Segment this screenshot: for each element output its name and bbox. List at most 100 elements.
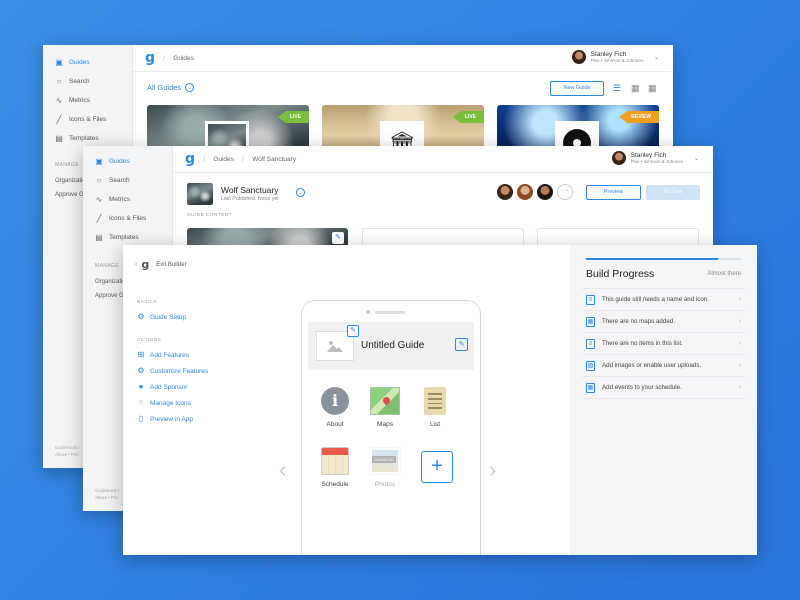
top-bar: g / Guides Stanley Fich Plus • Johnson &… (133, 45, 673, 72)
chevron-down-icon: ⌄ (185, 83, 195, 92)
task-row[interactable]: ▦ Add events to your schedule. › (582, 377, 745, 399)
status-badge: REVIEW (619, 111, 659, 123)
sidebar-item-guides[interactable]: ▣ Guides (43, 53, 132, 72)
user-plan: Plus • Johnson & Johnson (590, 58, 643, 63)
feature-schedule[interactable]: Schedule (315, 446, 355, 488)
section-label: GUIDE CONTENT (187, 213, 232, 218)
list-doc-icon (424, 387, 446, 415)
guide-thumbnail[interactable] (187, 183, 213, 205)
all-guides-filter[interactable]: All Guides ⌄ (147, 83, 195, 92)
basics-heading: BASICS (137, 300, 157, 305)
pencil-icon: ╱ (56, 114, 62, 124)
pulse-icon: ∿ (55, 95, 63, 105)
chevron-down-icon[interactable]: ⌄ (296, 188, 305, 197)
progress-track (586, 258, 741, 260)
user-name: Stanley Fich (630, 152, 667, 159)
feature-label: Maps (377, 421, 393, 428)
breadcrumb[interactable]: Guides (173, 55, 194, 62)
preview-button[interactable]: Preview (586, 185, 641, 200)
task-label: Add events to your schedule. (602, 384, 682, 391)
task-row[interactable]: ≡ There are no items in this list. › (582, 333, 745, 355)
avatar[interactable] (497, 184, 513, 200)
large-grid-icon[interactable]: ▦ (648, 83, 657, 94)
task-row[interactable]: ≡ This guide still needs a name and icon.… (582, 289, 745, 311)
feature-label: About (326, 421, 344, 428)
chevron-left-icon: ‹ (135, 261, 138, 268)
more-icon[interactable]: ··· (557, 184, 573, 200)
list-view-icon[interactable]: ☰ (613, 83, 621, 94)
manage-icons-link[interactable]: ⁘ Manage Icons (137, 395, 208, 411)
search-icon: ○ (56, 76, 62, 86)
exit-builder-link[interactable]: ‹ g Exit Builder (135, 258, 187, 271)
chevron-right-icon: › (738, 384, 741, 391)
status-badge: LIVE (277, 111, 309, 123)
task-label: There are no maps added. (602, 318, 675, 325)
chevron-left-icon[interactable]: ‹ (279, 457, 286, 483)
avatar[interactable] (537, 184, 553, 200)
link-label: Add Sponsor (150, 383, 188, 391)
sidebar-item-icons-files[interactable]: ╱ Icons & Files (43, 110, 132, 129)
edit-icon[interactable]: ✎ (332, 232, 344, 244)
avatar[interactable] (517, 184, 533, 200)
user-menu[interactable]: Stanley Fich Plus • Johnson & Johnson ⌄ (611, 151, 699, 165)
document-icon: ≡ (586, 294, 595, 305)
progress-title: Build Progress (586, 268, 655, 280)
sidebar-item-metrics[interactable]: ∿ Metrics (43, 91, 132, 110)
feature-photos[interactable]: DISABLED Photos (365, 446, 405, 488)
guidebook-logo[interactable]: g (185, 151, 195, 167)
exit-builder-label: Exit Builder (156, 261, 187, 268)
sidebar-item-search[interactable]: ○ Search (83, 171, 172, 190)
task-row[interactable]: ▨ Add images or enable user uploads. › (582, 355, 745, 377)
info-icon: i (321, 387, 349, 415)
footer-line: Guidebook I (95, 488, 120, 493)
progress-fill (586, 258, 718, 260)
add-sponsor-link[interactable]: ● Add Sponsor (137, 379, 208, 395)
list-icon: ≡ (586, 338, 595, 349)
sidebar-item-metrics[interactable]: ∿ Metrics (83, 190, 172, 209)
feature-maps[interactable]: Maps (365, 386, 405, 428)
preview-app-icon: ▯ (138, 414, 144, 423)
task-list: ≡ This guide still needs a name and icon.… (582, 288, 745, 399)
customize-icon: ⚙ (137, 366, 145, 375)
sidebar-item-label: Metrics (69, 97, 90, 104)
link-label: Add Features (150, 351, 190, 359)
new-guide-button[interactable]: New Guide (550, 81, 604, 96)
guide-subtitle: Last Published: None yet (221, 196, 279, 202)
task-row[interactable]: ▦ There are no maps added. › (582, 311, 745, 333)
customize-features-link[interactable]: ⚙ Customize Features (137, 363, 208, 379)
guidebook-logo[interactable]: g (145, 50, 155, 66)
calendar-icon: ▦ (586, 382, 595, 393)
link-label: Preview in App (150, 415, 193, 423)
guide-setup-link[interactable]: ⚙ Guide Setup (137, 309, 186, 325)
sidebar-item-label: Guides (109, 158, 130, 165)
grid-view-icon[interactable]: ▦ (631, 83, 640, 94)
map-icon (370, 387, 400, 415)
sidebar-item-guides[interactable]: ▣ Guides (83, 152, 172, 171)
chevron-right-icon: › (738, 296, 741, 303)
edit-icon[interactable]: ✎ (347, 325, 359, 337)
phone-preview: ✎ Untitled Guide ✎ i About Maps List Sch… (301, 300, 481, 555)
feature-about[interactable]: i About (315, 386, 355, 428)
edit-icon[interactable]: ✎ (455, 338, 468, 351)
sidebar-item-label: Icons & Files (109, 215, 147, 222)
feature-list[interactable]: List (415, 386, 455, 428)
chevron-right-icon[interactable]: › (489, 457, 496, 483)
sidebar-item-label: Guides (69, 59, 90, 66)
top-bar: g / Guides / Wolf Sanctuary Stanley Fich… (173, 146, 713, 173)
template-icon: ▤ (95, 232, 103, 242)
breadcrumb-guides[interactable]: Guides (213, 156, 234, 163)
sidebar-item-search[interactable]: ○ Search (43, 72, 132, 91)
go-live-button[interactable]: Go Live (646, 185, 700, 200)
preview-in-app-link[interactable]: ▯ Preview in App (137, 411, 208, 427)
map-icon: ▦ (586, 316, 595, 327)
user-plan: Plus • Johnson & Johnson (630, 159, 683, 164)
add-feature-button[interactable]: + (421, 451, 453, 483)
user-menu[interactable]: Stanley Fich Plus • Johnson & Johnson ⌄ (571, 50, 659, 64)
sidebar-item-icons-files[interactable]: ╱ Icons & Files (83, 209, 172, 228)
task-label: This guide still needs a name and icon. (602, 296, 709, 303)
image-icon (327, 341, 343, 352)
feature-label: Photos (374, 481, 396, 488)
add-features-link[interactable]: ⊞ Add Features (137, 347, 208, 363)
pencil-icon: ╱ (96, 213, 102, 223)
search-icon: ○ (96, 175, 102, 185)
